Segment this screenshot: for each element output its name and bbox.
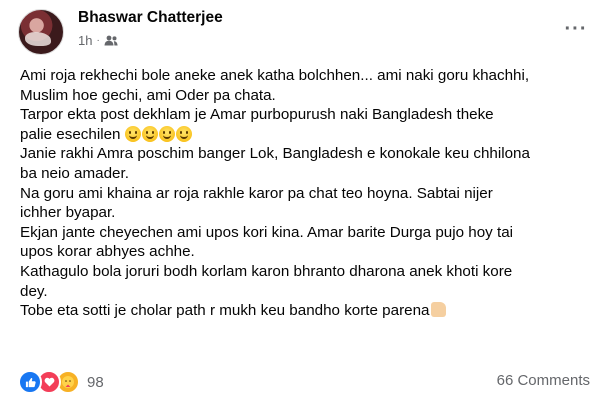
post-footer: 98 66 Comments — [18, 368, 590, 394]
post-line: Tarpor ekta post dekhlam je Amar purbopu… — [20, 106, 494, 124]
post-line: Ekjan jante cheyechen ami upos kori kina… — [20, 223, 514, 241]
like-icon[interactable] — [18, 370, 42, 394]
post-meta: 1h · — [78, 33, 118, 48]
post-line: ba neio amader. — [20, 164, 129, 182]
post-line-with-emoji: palie esechilen — [20, 125, 592, 145]
post-line: Kathagulo bola joruri bodh korlam karon … — [20, 262, 513, 280]
thumbs-up-emoji-icon — [431, 302, 447, 318]
post-line: palie esechilen — [20, 125, 121, 143]
more-options-button[interactable]: ··· — [558, 17, 594, 41]
smile-emoji-icon — [141, 125, 158, 142]
post-text: Ami roja rekhechi bole aneke anek katha … — [20, 66, 592, 321]
post-line: Ami roja rekhechi bole aneke anek katha … — [20, 67, 530, 84]
avatar[interactable] — [18, 9, 64, 55]
author-name[interactable]: Bhaswar Chatterjee — [78, 9, 223, 27]
post-line-with-emoji: Tobe eta sotti je cholar path r mukh keu… — [20, 301, 592, 321]
post-time[interactable]: 1h — [78, 33, 92, 48]
smile-emoji-icon — [175, 125, 192, 142]
post-line: upos korar abhyes achhe. — [20, 243, 195, 261]
smile-emoji-icon — [158, 125, 175, 142]
comments-count-link[interactable]: 66 Comments — [497, 372, 590, 389]
separator-dot: · — [96, 35, 100, 46]
post-line: Muslim hoe gechi, ami Oder pa chata. — [20, 86, 276, 104]
reaction-summary[interactable]: 98 — [18, 370, 104, 394]
post-line: Tobe eta sotti je cholar path r mukh keu… — [20, 302, 430, 320]
post-header: Bhaswar Chatterjee 1h · ··· — [18, 7, 588, 55]
post-line: Janie rakhi Amra poschim banger Lok, Ban… — [20, 145, 530, 163]
post-line: Na goru ami khaina ar roja rakhle karor … — [20, 184, 493, 202]
post-line: ichher byapar. — [20, 204, 116, 222]
post-line: dey. — [20, 282, 48, 300]
reaction-count[interactable]: 98 — [87, 374, 104, 391]
smile-emoji-icon — [124, 125, 141, 142]
friends-icon[interactable] — [104, 35, 118, 46]
